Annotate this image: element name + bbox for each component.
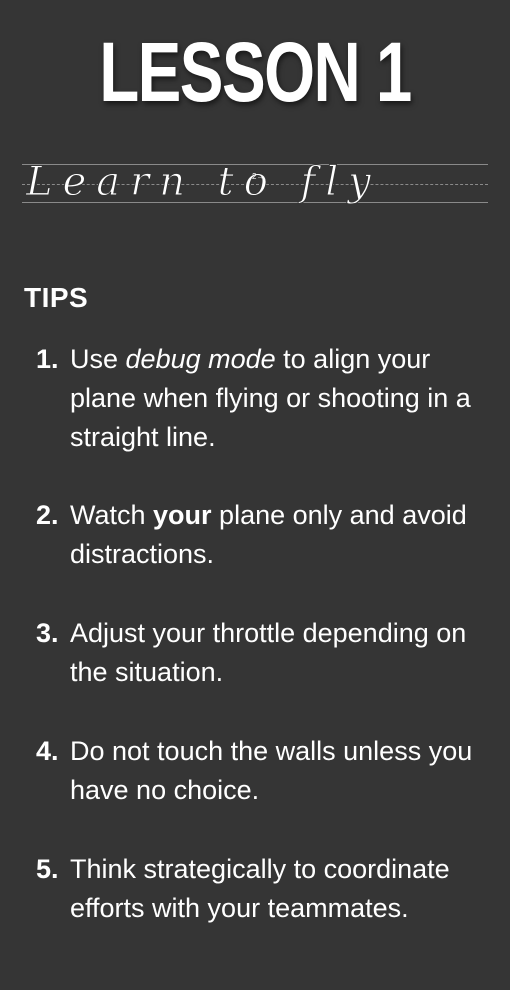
tip-text: Watch your plane only and avoid distract… xyxy=(70,496,486,574)
tip-item-5: 5. Think strategically to coordinate eff… xyxy=(36,850,486,928)
tip-text-part: Watch xyxy=(70,500,154,530)
tip-item-2: 2. Watch your plane only and avoid distr… xyxy=(36,496,486,574)
tip-text: Think strategically to coordinate effort… xyxy=(70,850,486,928)
tip-text-part: Think strategically to coordinate effort… xyxy=(70,854,450,923)
tip-item-1: 1. Use debug mode to align your plane wh… xyxy=(36,340,486,457)
tip-text-part: Use xyxy=(70,344,126,374)
stroke-order-hint: 2→ xyxy=(252,172,265,181)
tip-text-part: Do not touch the walls unless you have n… xyxy=(70,736,473,805)
tip-number: 4. xyxy=(36,736,59,766)
tip-text-bold: your xyxy=(153,500,212,530)
cursive-subtitle: Learn to fly xyxy=(26,159,381,205)
tip-number: 2. xyxy=(36,500,59,530)
tip-number: 1. xyxy=(36,344,59,374)
lesson-title: LESSON 1 xyxy=(99,25,412,119)
tips-heading: TIPS xyxy=(24,282,89,313)
cursive-subtitle-band: Learn to fly 2→ xyxy=(22,158,488,214)
tip-text-part: Adjust your throttle depending on the si… xyxy=(70,618,467,687)
tip-text-italic: debug mode xyxy=(125,344,276,374)
tip-item-4: 4. Do not touch the walls unless you hav… xyxy=(36,732,486,810)
tip-item-3: 3. Adjust your throttle depending on the… xyxy=(36,614,486,692)
tip-text: Adjust your throttle depending on the si… xyxy=(70,614,486,692)
tip-text: Do not touch the walls unless you have n… xyxy=(70,732,486,810)
tip-text: Use debug mode to align your plane when … xyxy=(70,340,486,457)
tip-number: 5. xyxy=(36,854,59,884)
tip-number: 3. xyxy=(36,618,59,648)
